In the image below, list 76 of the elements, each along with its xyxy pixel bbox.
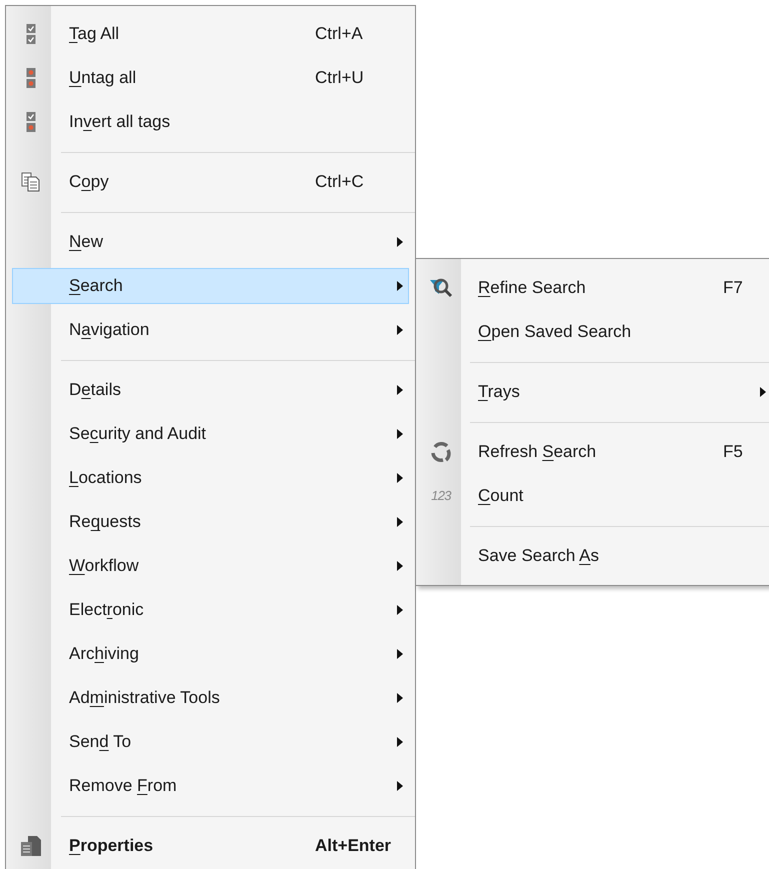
menu-item-label: New: [69, 231, 104, 254]
menu-item[interactable]: Workflow: [12, 548, 409, 584]
menu-item[interactable]: Trays: [422, 374, 768, 410]
submenu-arrow-icon: [397, 693, 403, 703]
menu-item[interactable]: Refresh Search F5: [422, 434, 768, 470]
menu-item-label: Remove From: [69, 775, 177, 798]
submenu-arrow-icon: [397, 605, 403, 615]
menu-item[interactable]: Search: [12, 268, 409, 304]
menu-item-label: Invert all tags: [69, 111, 170, 134]
menu-item-label: Tag All: [69, 23, 120, 46]
menu-item[interactable]: Copy Ctrl+C: [12, 164, 409, 200]
menu-item-label: Electronic: [69, 599, 144, 622]
menu-item[interactable]: Tag All Ctrl+A: [12, 16, 409, 52]
count-icon: 123: [431, 486, 451, 506]
untag-all-icon: [26, 67, 36, 89]
menu-item[interactable]: Save Search As: [422, 538, 768, 574]
menu-item-label: Save Search As: [478, 545, 599, 568]
submenu-arrow-icon: [397, 325, 403, 335]
menu-item-label: Administrative Tools: [69, 687, 220, 710]
menu-item[interactable]: Send To: [12, 724, 409, 760]
menu-item-label: Refresh Search: [478, 441, 596, 464]
submenu-arrow-icon: [397, 561, 403, 571]
menu-item[interactable]: 123 Count: [422, 478, 768, 514]
submenu-arrow-icon: [397, 237, 403, 247]
submenu-arrow-icon: [397, 429, 403, 439]
shortcut-text: F5: [723, 441, 743, 464]
menu-item-label: Trays: [478, 381, 520, 404]
menu-item-label: Archiving: [69, 643, 139, 666]
tag-all-icon: [26, 23, 36, 45]
menu-item[interactable]: Refine Search F7: [422, 270, 768, 306]
menu-item[interactable]: Invert all tags: [12, 104, 409, 140]
menu-item-label: Refine Search: [478, 277, 586, 300]
copy-icon: [21, 172, 41, 192]
shortcut-text: Alt+Enter: [315, 835, 392, 858]
shortcut-text: Ctrl+U: [315, 67, 364, 90]
menu-item-label: Properties: [69, 835, 154, 858]
submenu-arrow-icon: [397, 385, 403, 395]
menu-item[interactable]: Security and Audit: [12, 416, 409, 452]
menu-item[interactable]: Electronic: [12, 592, 409, 628]
filter-search-icon: [428, 277, 454, 299]
menu-item-label: Details: [69, 379, 121, 402]
menu-item[interactable]: Details: [12, 372, 409, 408]
menu-item[interactable]: Locations: [12, 460, 409, 496]
submenu-arrow-icon: [397, 649, 403, 659]
properties-icon: [20, 835, 42, 857]
menu-item[interactable]: Properties Alt+Enter: [12, 828, 409, 864]
menu-item-label: Locations: [69, 467, 142, 490]
menu-item[interactable]: Navigation: [12, 312, 409, 348]
submenu-arrow-icon: [760, 387, 766, 397]
submenu-arrow-icon: [397, 517, 403, 527]
menu-item-label: Workflow: [69, 555, 139, 578]
menu-item-label: Requests: [69, 511, 141, 534]
shortcut-text: Ctrl+C: [315, 171, 364, 194]
menu-item[interactable]: Requests: [12, 504, 409, 540]
menu-item-label: Copy: [69, 171, 109, 194]
shortcut-text: F7: [723, 277, 743, 300]
menu-item[interactable]: Administrative Tools: [12, 680, 409, 716]
shortcut-text: Ctrl+A: [315, 23, 363, 46]
submenu-arrow-icon: [397, 737, 403, 747]
menu-item-label: Search: [69, 275, 123, 298]
menu-item-label: Untag all: [69, 67, 136, 90]
submenu-arrow-icon: [397, 781, 403, 791]
menu-item[interactable]: Archiving: [12, 636, 409, 672]
menu-item-label: Count: [478, 485, 524, 508]
menu-item[interactable]: Untag all Ctrl+U: [12, 60, 409, 96]
submenu-arrow-icon: [397, 281, 403, 291]
submenu-arrow-icon: [397, 473, 403, 483]
menu-item[interactable]: Remove From: [12, 768, 409, 804]
menu-item-label: Navigation: [69, 319, 150, 342]
menu-item-label: Security and Audit: [69, 423, 206, 446]
menu-item-label: Open Saved Search: [478, 321, 632, 344]
menu-item[interactable]: New: [12, 224, 409, 260]
menu-item[interactable]: Open Saved Search: [422, 314, 768, 350]
invert-tags-icon: [26, 111, 36, 133]
menu-item-label: Send To: [69, 731, 132, 754]
refresh-icon: [430, 441, 452, 463]
